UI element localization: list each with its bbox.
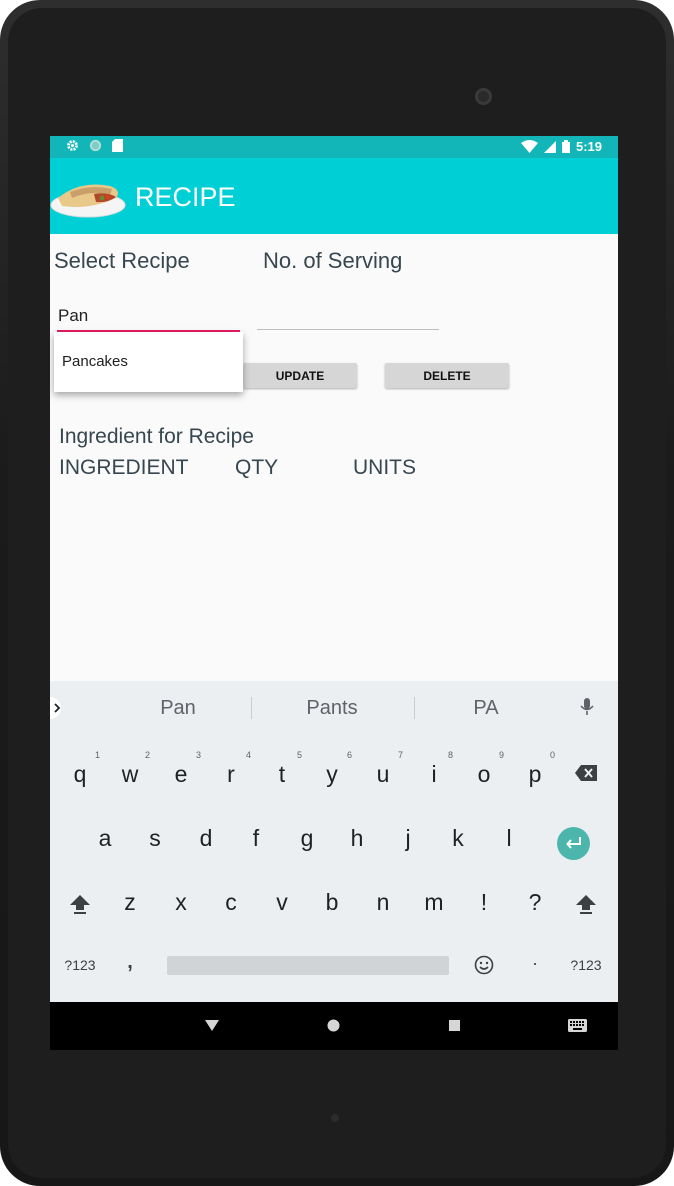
screen: 5:19 RECIPE Select Recipe No. of Serving… <box>50 136 618 1050</box>
select-recipe-label: Select Recipe <box>54 248 190 273</box>
home-sensor <box>331 1114 339 1122</box>
comma-key[interactable]: , <box>115 951 145 974</box>
hint-8: 8 <box>448 750 454 760</box>
period-key[interactable]: · <box>520 953 550 974</box>
suggestion-divider <box>414 697 415 719</box>
key-j[interactable]: j <box>383 825 433 852</box>
key-y[interactable]: y <box>307 761 357 788</box>
key-h[interactable]: h <box>332 825 382 852</box>
hint-5: 5 <box>297 750 303 760</box>
servings-label: No. of Serving <box>263 248 403 273</box>
servings-input[interactable] <box>257 329 439 330</box>
front-camera <box>475 88 492 105</box>
home-icon[interactable] <box>327 1019 340 1032</box>
key-c[interactable]: c <box>206 889 256 916</box>
recents-icon[interactable] <box>449 1020 460 1031</box>
key-t[interactable]: t <box>257 761 307 788</box>
backspace-icon[interactable] <box>575 765 597 781</box>
sd-card-icon <box>112 139 123 152</box>
shift-icon-right[interactable] <box>575 893 597 915</box>
hint-7: 7 <box>398 750 404 760</box>
key-exclamation[interactable]: ! <box>459 889 509 916</box>
navigation-bar <box>50 1002 618 1050</box>
column-units: UNITS <box>353 456 416 479</box>
column-qty: QTY <box>235 456 279 479</box>
shift-icon[interactable] <box>69 893 91 915</box>
symbols-key[interactable]: ?123 <box>55 957 105 973</box>
enter-icon[interactable] <box>557 827 590 860</box>
autocomplete-dropdown: Pancakes <box>54 332 243 392</box>
suggestion-strip: Pan Pants PA <box>50 681 618 733</box>
key-u[interactable]: u <box>358 761 408 788</box>
status-bar: 5:19 <box>50 136 618 158</box>
key-d[interactable]: d <box>181 825 231 852</box>
sync-icon <box>89 139 102 152</box>
app-bar: RECIPE <box>50 158 618 234</box>
clock: 5:19 <box>575 139 602 154</box>
expand-suggestions-icon[interactable] <box>50 697 68 719</box>
app-title: RECIPE <box>135 182 236 212</box>
key-r[interactable]: r <box>206 761 256 788</box>
key-m[interactable]: m <box>409 889 459 916</box>
suggestion-divider <box>251 697 252 719</box>
wifi-icon <box>520 140 538 153</box>
key-a[interactable]: a <box>80 825 130 852</box>
update-button[interactable]: UPDATE <box>243 363 357 388</box>
key-w[interactable]: w <box>105 761 155 788</box>
hint-6: 6 <box>347 750 353 760</box>
key-z[interactable]: z <box>105 889 155 916</box>
hint-1: 1 <box>95 750 101 760</box>
space-bar[interactable] <box>167 956 449 975</box>
symbols-key-right[interactable]: ?123 <box>561 957 611 973</box>
tablet-frame: 5:19 RECIPE Select Recipe No. of Serving… <box>0 0 674 1186</box>
key-s[interactable]: s <box>130 825 180 852</box>
key-p[interactable]: p <box>510 761 560 788</box>
gear-icon <box>66 139 79 152</box>
key-x[interactable]: x <box>156 889 206 916</box>
key-i[interactable]: i <box>409 761 459 788</box>
autocomplete-item[interactable]: Pancakes <box>62 353 128 370</box>
key-f[interactable]: f <box>231 825 281 852</box>
burrito-logo <box>50 176 126 218</box>
battery-icon <box>561 140 570 153</box>
key-b[interactable]: b <box>307 889 357 916</box>
key-n[interactable]: n <box>358 889 408 916</box>
recipe-input[interactable]: Pan <box>58 306 88 326</box>
ingredients-heading: Ingredient for Recipe <box>59 425 254 448</box>
key-v[interactable]: v <box>257 889 307 916</box>
key-q[interactable]: q <box>55 761 105 788</box>
hint-0: 0 <box>550 750 556 760</box>
hint-2: 2 <box>145 750 151 760</box>
key-l[interactable]: l <box>484 825 534 852</box>
back-icon[interactable] <box>205 1020 219 1031</box>
delete-button[interactable]: DELETE <box>385 363 509 388</box>
column-ingredient: INGREDIENT <box>59 456 189 479</box>
microphone-icon[interactable] <box>580 698 594 716</box>
hint-3: 3 <box>196 750 202 760</box>
key-o[interactable]: o <box>459 761 509 788</box>
hint-9: 9 <box>499 750 505 760</box>
key-k[interactable]: k <box>433 825 483 852</box>
suggestion-3[interactable]: PA <box>436 697 536 720</box>
suggestion-2[interactable]: Pants <box>282 697 382 720</box>
key-question[interactable]: ? <box>510 889 560 916</box>
key-e[interactable]: e <box>156 761 206 788</box>
key-g[interactable]: g <box>282 825 332 852</box>
emoji-icon[interactable] <box>474 955 494 975</box>
hint-4: 4 <box>246 750 252 760</box>
soft-keyboard: Pan Pants PA q w e r t y u i o p 1 2 3 4… <box>50 681 618 1002</box>
signal-icon <box>543 140 556 153</box>
keyboard-switch-icon[interactable] <box>568 1019 587 1032</box>
suggestion-1[interactable]: Pan <box>128 697 228 720</box>
